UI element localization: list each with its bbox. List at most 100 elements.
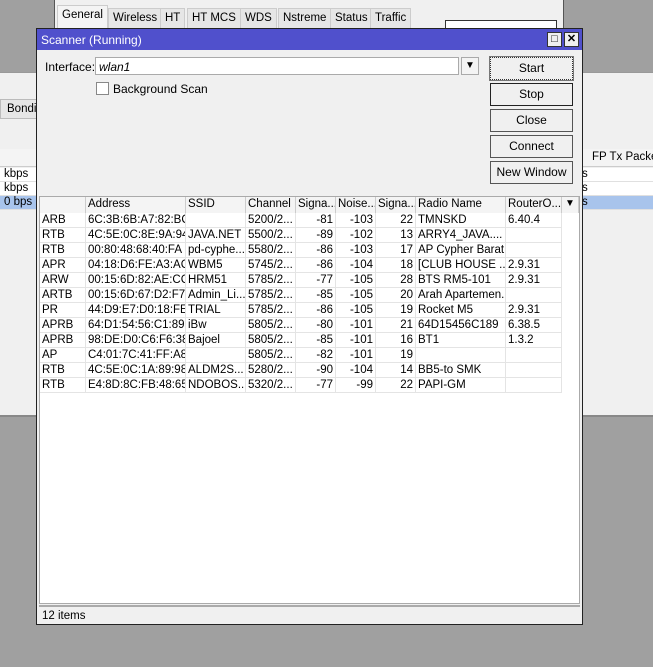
maximize-icon[interactable]: □ (547, 32, 562, 47)
column-header-noise-floor[interactable]: Noise... (336, 197, 376, 213)
table-row[interactable]: RTB 4C:5E:0C:8E:9A:94 JAVA.NET 5500/2... -89… (40, 228, 562, 243)
cell-noise-floor: -104 (336, 363, 376, 378)
new-window-button[interactable]: New Window (490, 161, 573, 184)
cell-snr: 17 (376, 243, 416, 258)
cell-ssid: pd-cyphe... (188, 243, 246, 258)
scanner-dialog: Scanner (Running) □ ✕ Interface: wlan1 ▼… (36, 28, 583, 625)
tab-ht-mcs[interactable]: HT MCS (187, 8, 241, 28)
cell-address: 4C:5E:0C:8E:9A:94 (88, 228, 186, 243)
cell-channel: 5785/2... (246, 273, 296, 288)
tab-bonding[interactable]: Bondi (0, 99, 40, 119)
column-header-channel[interactable]: Channel (246, 197, 296, 213)
fp-tx-header: FP Tx Packe (592, 151, 653, 163)
table-row[interactable]: ARB 6C:3B:6B:A7:82:BC 5200/2... -81 -103 22 TM… (40, 213, 562, 228)
table-row[interactable]: RTB 00:80:48:68:40:FA pd-cyphe... 5580/2...… (40, 243, 562, 258)
cell-address: 98:DE:D0:C6:F6:38 (88, 333, 186, 348)
tab-nstreme[interactable]: Nstreme (278, 8, 332, 28)
cell-channel: 5280/2... (246, 363, 296, 378)
cell-ssid: ALDM2S... (186, 363, 246, 378)
tab-wireless[interactable]: Wireless (108, 8, 163, 28)
cell-noise-floor: -102 (336, 228, 376, 243)
cell-channel: 5805/2... (246, 348, 296, 363)
cell-flags: APRB (40, 333, 86, 348)
table-row[interactable]: PR 44:D9:E7:D0:18:FE TRIAL 5785/2... -86 -105… (40, 303, 562, 318)
column-header-radio-name[interactable]: Radio Name (416, 197, 506, 213)
tab-ht[interactable]: HT (160, 8, 186, 28)
cell-routeros-version (506, 228, 562, 243)
cell-routeros-version: 2.9.31 (506, 303, 562, 318)
interface-label: Interface: (45, 60, 96, 74)
cell-ssid: JAVA.NET (186, 228, 246, 243)
table-row[interactable]: ARTB 00:15:6D:67:D2:F7 Admin_Li... 5785/2..… (40, 288, 562, 303)
table-row[interactable]: APR 04:18:D6:FE:A3:AC WBM5 5745/2... -86 -104… (40, 258, 562, 273)
cell-routeros-version: 1.3.2 (506, 333, 562, 348)
cell-signal-strength: -85 (296, 288, 336, 303)
cell-noise-floor: -105 (336, 288, 376, 303)
cell-routeros-version: 6.38.5 (506, 318, 562, 333)
cell-address: 6C:3B:6B:A7:82:BC (88, 213, 186, 228)
tab-traffic[interactable]: Traffic (370, 8, 412, 28)
connect-button[interactable]: Connect (490, 135, 573, 158)
cell-flags: ARW (40, 273, 86, 288)
table-row[interactable]: ARW 00:15:6D:82:AE:CC HRM51 5785/2... -77 -10… (40, 273, 562, 288)
cell-flags: ARTB (40, 288, 86, 303)
tab-general[interactable]: General (57, 5, 108, 28)
dropdown-arrow-icon[interactable]: ▼ (461, 57, 479, 75)
column-header-address[interactable]: Address (86, 197, 186, 213)
cell-radio-name: BT1 (416, 333, 506, 348)
cell-flags: RTB (40, 243, 86, 258)
cell-channel: 5805/2... (246, 318, 296, 333)
cell-ssid: iBw (186, 318, 246, 333)
cell-flags: AP (40, 348, 86, 363)
cell-ssid: Bajoel (186, 333, 246, 348)
table-row[interactable]: RTB 4C:5E:0C:1A:89:98 ALDM2S... 5280/2... -9… (40, 363, 562, 378)
cell-channel: 5200/2... (246, 213, 296, 228)
table-row[interactable]: APRB 64:D1:54:56:C1:89 iBw 5805/2... -80 -101… (40, 318, 562, 333)
cell-routeros-version: 2.9.31 (506, 258, 562, 273)
cell-address: 44:D9:E7:D0:18:FE (88, 303, 186, 318)
cell-flags: APRB (40, 318, 86, 333)
column-header-routeros-version[interactable]: RouterO... (506, 197, 562, 213)
table-row[interactable]: APRB 98:DE:D0:C6:F6:38 Bajoel 5805/2... -85-… (40, 333, 562, 348)
background-scan-checkbox[interactable] (96, 82, 109, 95)
cell-routeros-version: 2.9.31 (506, 273, 562, 288)
tab-status[interactable]: Status (330, 8, 373, 28)
column-header-ssid[interactable]: SSID (186, 197, 246, 213)
cell-noise-floor: -101 (336, 318, 376, 333)
cell-noise-floor: -103 (336, 243, 376, 258)
tab-wds[interactable]: WDS (240, 8, 277, 28)
cell-routeros-version (506, 348, 562, 363)
title-bar[interactable]: Scanner (Running) □ ✕ (37, 29, 582, 50)
cell-snr: 19 (376, 303, 416, 318)
close-button[interactable]: Close (490, 109, 573, 132)
column-header-flags[interactable] (40, 197, 86, 213)
cell-ssid (186, 348, 246, 363)
dialog-title: Scanner (Running) (41, 33, 142, 47)
scan-results-table: Address SSID Channel Signa... Noise... Signa.… (39, 196, 580, 604)
cell-radio-name: AP Cypher Barat (418, 243, 506, 258)
interface-select[interactable]: wlan1 (95, 57, 459, 75)
status-bar: 12 items (39, 605, 580, 624)
item-count: 12 items (42, 610, 86, 622)
cell-noise-floor: -99 (336, 378, 376, 393)
table-row[interactable]: AP C4:01:7C:41:FF:A8 5805/2... -82 -101 19 (40, 348, 562, 363)
cell-channel: 5320/2... (246, 378, 296, 393)
cell-routeros-version (506, 378, 562, 393)
table-row[interactable]: RTB E4:8D:8C:FB:48:65 NDOBOS... 5320/2... -7… (40, 378, 562, 393)
column-menu-icon[interactable]: ▼ (562, 197, 579, 213)
cell-signal-strength: -77 (296, 273, 336, 288)
cell-noise-floor: -104 (336, 258, 376, 273)
stop-button[interactable]: Stop (490, 83, 573, 106)
cell-radio-name: PAPI-GM (416, 378, 506, 393)
column-header-snr[interactable]: Signa... (376, 197, 416, 213)
start-button[interactable]: Start (489, 56, 574, 81)
cell-noise-floor: -101 (336, 333, 376, 348)
close-icon[interactable]: ✕ (564, 32, 579, 47)
cell-channel: 5785/2... (246, 303, 296, 318)
column-header-signal-strength[interactable]: Signa... (296, 197, 336, 213)
cell-channel: 5580/2... (246, 243, 296, 258)
cell-snr: 18 (376, 258, 416, 273)
cell-ssid: Admin_Li... (188, 288, 246, 303)
cell-routeros-version (506, 243, 562, 258)
cell-signal-strength: -77 (296, 378, 336, 393)
